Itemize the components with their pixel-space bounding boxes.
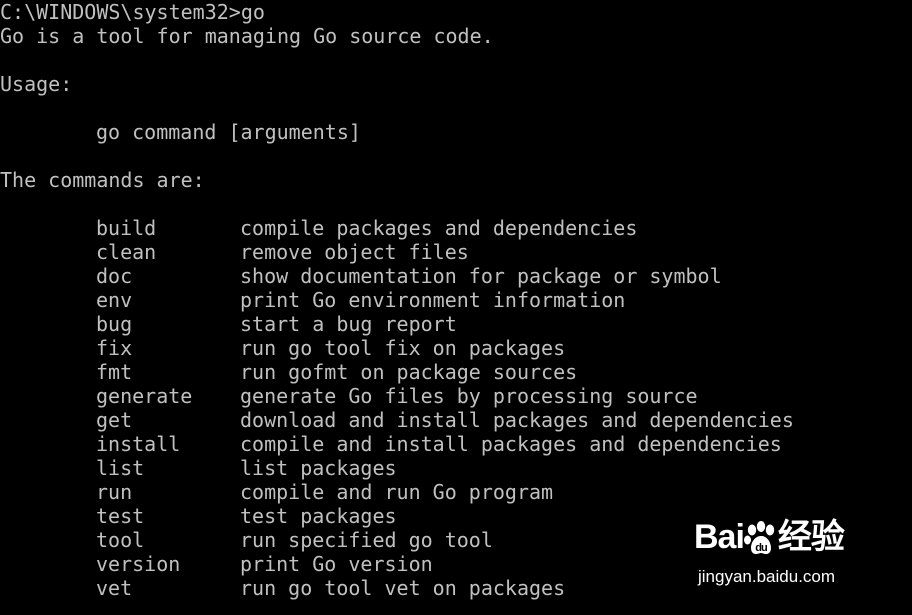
intro-line: Go is a tool for managing Go source code… (0, 24, 494, 48)
command-description: run go tool vet on packages (240, 576, 566, 600)
command-name: tool (96, 528, 145, 552)
command-description: remove object files (240, 240, 469, 264)
command-name: doc (96, 264, 133, 288)
watermark-url: jingyan.baidu.com (698, 567, 836, 586)
command-name: install (96, 432, 181, 456)
usage-label: Usage: (0, 72, 73, 96)
command-prompt-line: C:\WINDOWS\system32>go (0, 0, 265, 24)
command-name: vet (96, 576, 133, 600)
command-description: run gofmt on package sources (240, 360, 578, 384)
command-description: list packages (240, 456, 397, 480)
command-description: start a bug report (240, 312, 457, 336)
command-name: version (96, 552, 181, 576)
command-name: list (96, 456, 145, 480)
command-name: env (96, 288, 133, 312)
command-description: print Go version (240, 552, 433, 576)
command-name: test (96, 504, 145, 528)
command-name: clean (96, 240, 157, 264)
command-description: generate Go files by processing source (240, 384, 698, 408)
terminal-window[interactable]: C:\WINDOWS\system32>go Go is a tool for … (0, 0, 912, 615)
command-name: build (96, 216, 157, 240)
paw-icon: du (743, 521, 775, 555)
command-description: test packages (240, 504, 397, 528)
command-description: run go tool fix on packages (240, 336, 566, 360)
baidu-jingyan-watermark: Bai du 经验 jingyan.baidu.com (694, 517, 864, 597)
command-name: bug (96, 312, 133, 336)
command-description: run specified go tool (240, 528, 493, 552)
command-name: run (96, 480, 133, 504)
command-description: compile and install packages and depende… (240, 432, 782, 456)
watermark-brand-left: Bai (694, 518, 745, 556)
command-description: download and install packages and depend… (240, 408, 794, 432)
command-name: get (96, 408, 133, 432)
commands-label: The commands are: (0, 168, 205, 192)
usage-command: go command [arguments] (96, 120, 361, 144)
svg-text:du: du (755, 542, 767, 554)
watermark-logo: Bai du 经验 (694, 517, 845, 557)
watermark-brand-right: 经验 (777, 518, 845, 556)
command-description: print Go environment information (240, 288, 626, 312)
command-description: compile packages and dependencies (240, 216, 638, 240)
command-name: fmt (96, 360, 133, 384)
command-description: compile and run Go program (240, 480, 554, 504)
command-description: show documentation for package or symbol (240, 264, 722, 288)
command-name: fix (96, 336, 133, 360)
command-name: generate (96, 384, 193, 408)
